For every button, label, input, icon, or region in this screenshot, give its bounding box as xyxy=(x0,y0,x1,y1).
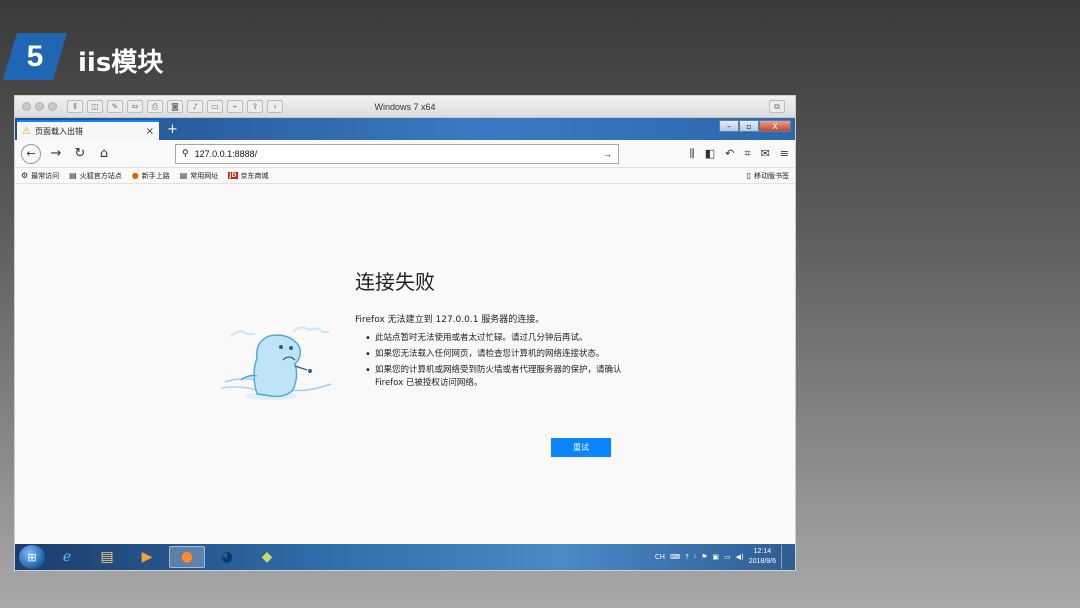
undo-icon[interactable]: ↶ xyxy=(725,147,734,161)
tab-current[interactable]: ⚠ 页面载入出错 × xyxy=(17,120,159,140)
bookmark-item[interactable]: ● 新手上路 xyxy=(132,171,170,181)
clock-date: 2018/9/6 xyxy=(748,558,776,565)
crop-icon[interactable]: ⌗ xyxy=(744,147,750,161)
internet-explorer-icon[interactable]: ℯ xyxy=(49,546,85,568)
window-traffic-lights xyxy=(22,102,57,111)
bookmarks-toolbar: ⚙ 最常访问 ▤ 火狐官方站点 ● 新手上路 ▤ 常用网址 JD 京东商城 ▯ … xyxy=(15,168,795,184)
close-dot[interactable] xyxy=(22,102,31,111)
taskbar: ⊞ ℯ ▤ ▶ ● ◕ ◆ CH ⌨ ? ⁝ ⚑ ▣ ▭ ◀) 12:14 20… xyxy=(15,544,795,570)
slide-title: iis模块 xyxy=(78,48,164,78)
bookmark-item[interactable]: ▤ 常用网址 xyxy=(180,171,219,181)
gear-icon: ⚙ xyxy=(21,171,29,180)
sidebar-icon[interactable]: ◧ xyxy=(705,147,715,161)
firefox-window: ⚠ 页面载入出错 × + – ▫ X ← → ↻ ⌂ ⚲ 127.0.0.1:8… xyxy=(15,118,795,544)
mobile-bookmarks-label: 移动版书签 xyxy=(754,171,789,180)
bookmark-item[interactable]: ⚙ 最常访问 xyxy=(21,171,59,181)
maximize-button[interactable]: ▫ xyxy=(739,120,759,132)
chat-icon[interactable]: ✉ xyxy=(761,147,770,161)
tab-strip: ⚠ 页面载入出错 × + – ▫ X xyxy=(15,118,795,140)
show-desktop-button[interactable] xyxy=(781,545,789,569)
pause-icon[interactable]: Ⅱ xyxy=(67,100,83,113)
phone-icon: ▯ xyxy=(746,171,751,180)
firefox-icon[interactable]: ● xyxy=(169,546,205,568)
arrows-icon[interactable]: ⇔ xyxy=(127,100,143,113)
retry-button[interactable]: 重试 xyxy=(551,438,611,457)
folder-icon: ▤ xyxy=(69,171,77,180)
bookmark-item[interactable]: ▤ 火狐官方站点 xyxy=(69,171,122,181)
menu-icon[interactable]: ≡ xyxy=(780,147,789,161)
library-icon[interactable]: ⫼ xyxy=(690,147,695,161)
file-explorer-icon[interactable]: ▤ xyxy=(89,546,125,568)
error-title: 连接失败 xyxy=(355,270,435,294)
error-page: 连接失败 Firefox 无法建立到 127.0.0.1 服务器的连接。 此站点… xyxy=(15,184,795,544)
reload-icon[interactable]: ↻ xyxy=(71,146,89,161)
chevron-left-icon[interactable]: ‹ xyxy=(267,100,283,113)
bookmark-item[interactable]: JD 京东商城 xyxy=(228,171,269,181)
app-icon[interactable]: ◕ xyxy=(209,546,245,568)
wrench-icon[interactable]: ✎ xyxy=(107,100,123,113)
window-controls: – ▫ X xyxy=(719,120,791,132)
bookmark-label: 火狐官方站点 xyxy=(79,171,122,180)
vm-toolbar: Ⅱ ◫ ✎ ⇔ ⎙ ◙ ♪ ▭ ⌁ ⇪ ‹ xyxy=(67,100,283,113)
vm-window: Ⅱ ◫ ✎ ⇔ ⎙ ◙ ♪ ▭ ⌁ ⇪ ‹ Windows 7 x64 ⧉ ⚠ … xyxy=(14,95,796,571)
url-bar[interactable]: ⚲ 127.0.0.1:8888/ → xyxy=(175,143,619,164)
back-arrow-icon[interactable]: ← xyxy=(21,143,41,164)
close-button[interactable]: X xyxy=(759,120,791,132)
snapshot-icon[interactable]: ◫ xyxy=(87,100,103,113)
vm-titlebar: Ⅱ ◫ ✎ ⇔ ⎙ ◙ ♪ ▭ ⌁ ⇪ ‹ Windows 7 x64 ⧉ xyxy=(15,96,795,118)
bookmark-label: 常用网址 xyxy=(190,171,219,180)
clock[interactable]: 12:14 2018/9/6 xyxy=(749,547,776,567)
firefox-icon: ● xyxy=(131,171,139,180)
clock-time: 12:14 xyxy=(753,548,772,555)
printer-icon[interactable]: ⎙ xyxy=(147,100,163,113)
nav-right-toolbar: ⫼ ◧ ↶ ⌗ ✉ ≡ xyxy=(690,147,789,161)
bookmark-label: 新手上路 xyxy=(141,171,170,180)
folder-icon: ▤ xyxy=(179,171,188,180)
dots-icon[interactable]: ⁝ xyxy=(694,553,696,561)
error-suggestions: 此站点暂时无法使用或者太过忙碌。请过几分钟后再试。 如果您无法载入任何网页，请检… xyxy=(365,332,625,393)
jd-icon: JD xyxy=(228,172,238,179)
slide-number-badge: 5 xyxy=(3,33,67,80)
usb-icon[interactable]: ⌁ xyxy=(227,100,243,113)
warning-icon: ⚠ xyxy=(22,125,31,137)
disk-icon[interactable]: ◙ xyxy=(167,100,183,113)
list-item: 如果您的计算机或网络受到防火墙或者代理服务器的保护，请确认 Firefox 已被… xyxy=(365,364,625,390)
minimize-button[interactable]: – xyxy=(719,120,739,132)
bookmark-label: 最常访问 xyxy=(31,171,60,180)
fullscreen-icon[interactable]: ⧉ xyxy=(769,100,785,113)
flag-icon[interactable]: ⚑ xyxy=(701,553,707,561)
help-icon[interactable]: ? xyxy=(685,553,689,561)
bookmark-label: 京东商城 xyxy=(240,171,269,180)
list-item: 此站点暂时无法使用或者太过忙碌。请过几分钟后再试。 xyxy=(365,332,625,345)
keyboard-icon[interactable]: ⌨ xyxy=(670,553,680,561)
camera-icon[interactable]: ▭ xyxy=(207,100,223,113)
home-icon[interactable]: ⌂ xyxy=(95,146,113,161)
share-icon[interactable]: ⇪ xyxy=(247,100,263,113)
windows-logo-icon: ⊞ xyxy=(27,550,37,564)
app2-icon[interactable]: ◆ xyxy=(249,546,285,568)
minimize-dot[interactable] xyxy=(35,102,44,111)
dinosaur-illustration xyxy=(220,326,332,400)
go-arrow-icon[interactable]: → xyxy=(603,149,612,159)
new-tab-button[interactable]: + xyxy=(167,122,178,137)
forward-arrow-icon[interactable]: → xyxy=(47,146,65,161)
mobile-bookmarks[interactable]: ▯ 移动版书签 xyxy=(747,171,789,181)
system-tray: CH ⌨ ? ⁝ ⚑ ▣ ▭ ◀) 12:14 2018/9/6 xyxy=(655,545,795,569)
display-icon[interactable]: ▭ xyxy=(724,553,731,561)
media-player-icon[interactable]: ▶ xyxy=(129,546,165,568)
start-button[interactable]: ⊞ xyxy=(19,545,45,569)
tab-label: 页面载入出错 xyxy=(34,126,83,136)
search-icon: ⚲ xyxy=(182,148,189,158)
speaker-icon[interactable]: ♪ xyxy=(187,100,203,113)
url-text[interactable]: 127.0.0.1:8888/ xyxy=(195,149,597,159)
list-item: 如果您无法载入任何网页，请检查您计算机的网络连接状态。 xyxy=(365,348,625,361)
volume-icon[interactable]: ◀) xyxy=(736,553,744,561)
zoom-dot[interactable] xyxy=(48,102,57,111)
error-description: Firefox 无法建立到 127.0.0.1 服务器的连接。 xyxy=(355,315,545,325)
language-indicator[interactable]: CH xyxy=(655,553,665,561)
nav-bar: ← → ↻ ⌂ ⚲ 127.0.0.1:8888/ → ⫼ ◧ ↶ ⌗ ✉ ≡ xyxy=(15,140,795,168)
tab-close-icon[interactable]: × xyxy=(146,126,154,137)
network-icon[interactable]: ▣ xyxy=(712,553,719,561)
